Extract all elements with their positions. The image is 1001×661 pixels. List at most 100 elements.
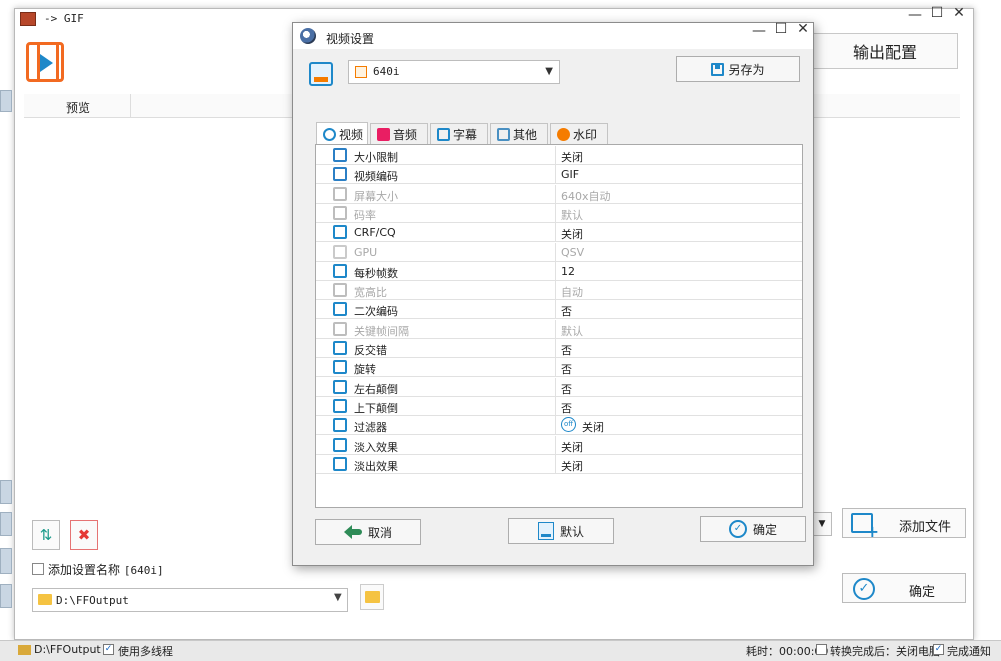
sort-button[interactable]: ⇅ <box>32 520 60 550</box>
delete-button[interactable]: ✖ <box>70 520 98 550</box>
chevron-down-icon[interactable]: ▼ <box>334 592 342 603</box>
dropdown-button[interactable]: ▼ <box>812 512 832 536</box>
setting-value[interactable]: 默认 <box>561 323 583 339</box>
folder-icon <box>18 645 31 655</box>
setting-row[interactable]: 二次编码 否 <box>316 300 802 320</box>
setting-row[interactable]: GPU QSV <box>316 242 802 262</box>
setting-value[interactable]: 12 <box>561 265 575 278</box>
setting-row[interactable]: 每秒帧数 12 <box>316 261 802 281</box>
add-name-checkbox[interactable] <box>32 563 44 575</box>
setting-value[interactable]: 关闭 <box>561 149 583 165</box>
app-minimize-button[interactable]: — <box>908 8 922 22</box>
watermark-icon <box>557 127 570 141</box>
setting-row[interactable]: 反交错 否 <box>316 339 802 358</box>
setting-value[interactable]: 否 <box>561 400 572 416</box>
setting-value[interactable]: 否 <box>561 342 572 358</box>
setting-value[interactable]: QSV <box>561 246 584 259</box>
setting-row[interactable]: CRF/CQ 关闭 <box>316 223 802 243</box>
app-title: -> GIF <box>44 12 84 25</box>
setting-row[interactable]: 视频编码 GIF <box>316 165 802 185</box>
setting-value[interactable]: 关闭 <box>561 226 583 242</box>
two-pass-icon <box>333 302 347 317</box>
edge-stub-icon <box>0 480 12 504</box>
bitrate-icon <box>333 205 347 220</box>
setting-row[interactable]: 过滤器 off 关闭 <box>316 416 802 436</box>
aspect-ratio-icon <box>333 283 347 298</box>
preset-value: 640i <box>373 65 400 78</box>
setting-value[interactable]: 关闭 <box>561 439 583 455</box>
setting-row[interactable]: 左右颠倒 否 <box>316 377 802 397</box>
default-label: 默认 <box>559 524 584 539</box>
tab-video[interactable]: 视频 <box>316 122 368 145</box>
gpu-icon <box>333 244 347 259</box>
output-config-button[interactable]: 输出配置 <box>812 33 958 69</box>
chevron-down-icon: ▼ <box>818 519 826 529</box>
setting-name: 关键帧间隔 <box>354 324 409 338</box>
browse-folder-button[interactable] <box>360 584 384 610</box>
setting-name: 屏幕大小 <box>354 189 398 203</box>
setting-row[interactable]: 淡出效果 关闭 <box>316 454 802 474</box>
tab-label: 字幕 <box>453 127 478 142</box>
delete-icon: ✖ <box>77 526 91 544</box>
settings-list-icon <box>497 127 510 141</box>
dialog-close-button[interactable]: ✕ <box>796 22 810 36</box>
add-name-text: 添加设置名称 <box>48 563 121 577</box>
app-close-button[interactable]: ✕ <box>952 6 966 20</box>
setting-name-cell: 过滤器 <box>316 416 556 435</box>
sort-arrows-icon: ⇅ <box>39 526 53 544</box>
setting-name-cell: 关键帧间隔 <box>316 319 556 338</box>
setting-row[interactable]: 旋转 否 <box>316 358 802 378</box>
setting-name-cell: GPU <box>316 242 556 261</box>
cancel-button[interactable]: 取消 <box>315 519 421 545</box>
setting-value[interactable]: 否 <box>561 303 572 319</box>
setting-name: 上下颠倒 <box>354 401 398 415</box>
setting-value[interactable]: 关闭 <box>582 419 604 435</box>
setting-row[interactable]: 屏幕大小 640x自动 <box>316 184 802 204</box>
setting-name: CRF/CQ <box>354 226 396 240</box>
setting-row[interactable]: 大小限制 关闭 <box>316 146 802 165</box>
setting-name-cell: 二次编码 <box>316 300 556 319</box>
setting-value[interactable]: 自动 <box>561 284 583 300</box>
setting-value[interactable]: GIF <box>561 168 579 181</box>
dialog-maximize-button[interactable]: ☐ <box>774 22 788 36</box>
notify-label: 完成通知 <box>947 645 991 658</box>
notify-checkbox[interactable]: ✓ <box>933 644 944 655</box>
setting-name: 旋转 <box>354 363 376 377</box>
save-as-button[interactable]: 另存为 <box>676 56 800 82</box>
edge-stub-icon <box>0 548 12 574</box>
setting-name: 淡入效果 <box>354 440 398 454</box>
preset-select[interactable]: 640i ▼ <box>348 60 560 84</box>
app-maximize-button[interactable]: ☐ <box>930 6 944 20</box>
tab-subtitle[interactable]: 字幕 <box>430 123 488 144</box>
setting-value[interactable]: 关闭 <box>561 458 583 474</box>
setting-row[interactable]: 淡入效果 关闭 <box>316 435 802 455</box>
after-convert-checkbox[interactable] <box>816 644 827 655</box>
setting-name: 视频编码 <box>354 170 398 184</box>
status-path[interactable]: D:\FFOutput <box>34 643 101 656</box>
video-logo-icon <box>26 42 64 82</box>
add-file-button[interactable]: 添加文件 <box>842 508 966 541</box>
setting-row[interactable]: 宽高比 自动 <box>316 281 802 301</box>
dialog-title: 视频设置 <box>326 32 375 46</box>
setting-value[interactable]: 640x自动 <box>561 188 611 204</box>
gear-icon <box>333 225 347 240</box>
tab-watermark[interactable]: 水印 <box>550 123 608 144</box>
setting-value[interactable]: 否 <box>561 381 572 397</box>
dialog-minimize-button[interactable]: — <box>752 24 766 38</box>
setting-row[interactable]: 关键帧间隔 默认 <box>316 319 802 339</box>
setting-name-cell: 反交错 <box>316 339 556 357</box>
setting-value[interactable]: 默认 <box>561 207 583 223</box>
multithread-checkbox[interactable]: ✓ <box>103 644 114 655</box>
tab-other[interactable]: 其他 <box>490 123 548 144</box>
setting-row[interactable]: 码率 默认 <box>316 203 802 223</box>
edge-stub-icon <box>0 584 12 608</box>
app-ok-button[interactable]: ✓ 确定 <box>842 573 966 603</box>
video-preset-icon <box>355 66 367 78</box>
tab-audio[interactable]: 音频 <box>370 123 428 144</box>
document-icon <box>537 522 554 540</box>
setting-row[interactable]: 上下颠倒 否 <box>316 396 802 416</box>
setting-value[interactable]: 否 <box>561 361 572 377</box>
ok-button[interactable]: ✓ 确定 <box>700 516 806 542</box>
check-circle-icon: ✓ <box>853 578 875 600</box>
default-button[interactable]: 默认 <box>508 518 614 544</box>
